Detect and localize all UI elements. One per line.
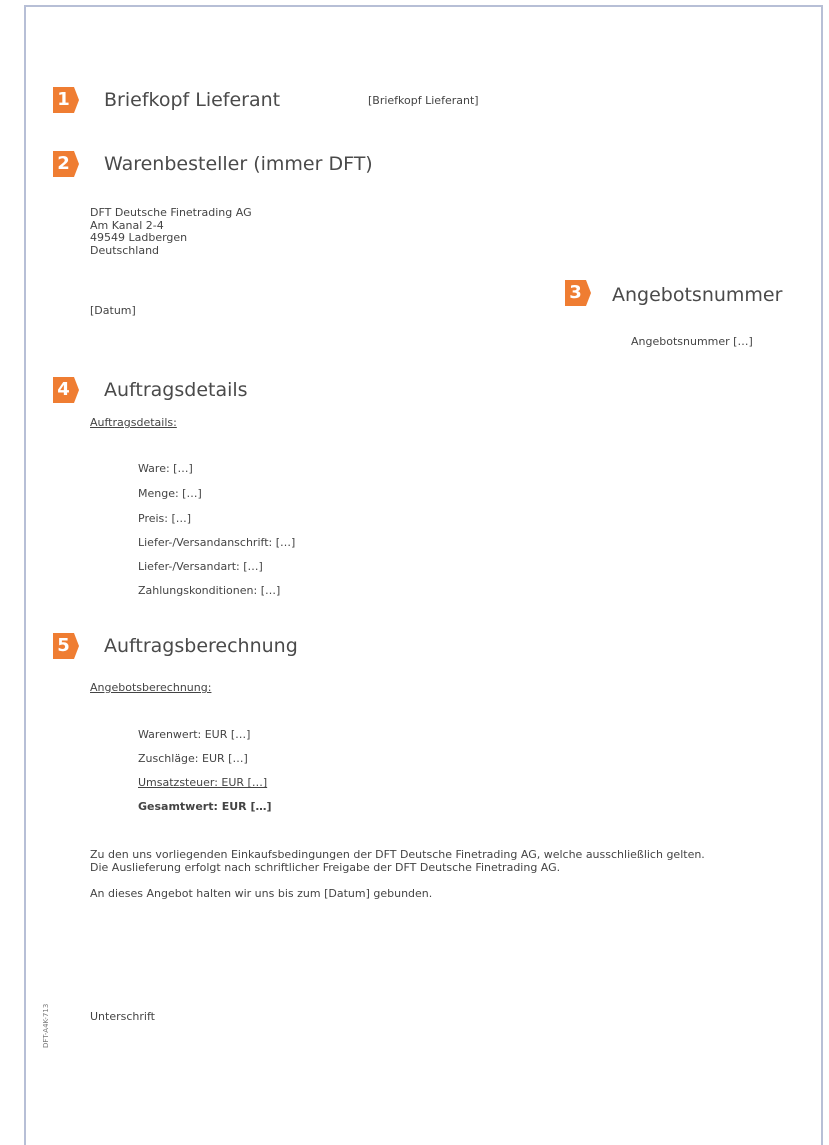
section-1-badge: 1 <box>53 87 79 113</box>
supplier-letterhead-placeholder: [Briefkopf Lieferant] <box>368 94 479 107</box>
section-2-title: Warenbesteller (immer DFT) <box>104 153 373 175</box>
address-line: DFT Deutsche Finetrading AG <box>90 206 252 219</box>
calculation-item: Zuschläge: EUR […] <box>138 752 248 765</box>
terms-line: Zu den uns vorliegenden Einkaufsbedingun… <box>90 848 705 861</box>
section-3-title: Angebotsnummer <box>612 284 783 306</box>
section-1-title: Briefkopf Lieferant <box>104 89 281 111</box>
section-4-title: Auftragsdetails <box>104 379 248 401</box>
details-item: Liefer-/Versandart: […] <box>138 560 263 573</box>
calculation-item: Warenwert: EUR […] <box>138 728 251 741</box>
date-placeholder: [Datum] <box>90 304 136 317</box>
buyer-address: DFT Deutsche Finetrading AG Am Kanal 2-4… <box>90 206 252 257</box>
section-2-badge: 2 <box>53 151 79 177</box>
binding-note: An dieses Angebot halten wir uns bis zum… <box>90 887 433 900</box>
offer-number-placeholder: Angebotsnummer […] <box>631 335 753 348</box>
details-item: Zahlungskonditionen: […] <box>138 584 281 597</box>
details-label: Auftragsdetails: <box>90 416 177 429</box>
calculation-total: Gesamtwert: EUR […] <box>138 800 272 813</box>
signature-label: Unterschrift <box>90 1010 155 1023</box>
terms-line: Die Auslieferung erfolgt nach schriftlic… <box>90 860 561 874</box>
section-5-badge: 5 <box>53 633 79 659</box>
details-item: Ware: […] <box>138 462 193 475</box>
section-4-number: 4 <box>57 379 70 400</box>
section-3-badge: 3 <box>565 280 591 306</box>
section-5-number: 5 <box>57 635 70 656</box>
details-item: Menge: […] <box>138 487 202 500</box>
address-line: Deutschland <box>90 243 160 257</box>
calculation-label: Angebotsberechnung: <box>90 681 212 694</box>
section-2-number: 2 <box>57 153 70 174</box>
details-item: Preis: […] <box>138 512 192 525</box>
section-3-number: 3 <box>569 282 582 303</box>
section-5-title: Auftragsberechnung <box>104 635 298 657</box>
section-1-number: 1 <box>57 89 70 110</box>
calculation-item: Umsatzsteuer: EUR […] <box>138 776 268 789</box>
section-4-badge: 4 <box>53 377 79 403</box>
document-page <box>24 5 823 1145</box>
address-line: 49549 Ladbergen <box>90 231 188 244</box>
details-item: Liefer-/Versandanschrift: […] <box>138 536 296 549</box>
form-code: DFT-A4K-713 <box>42 1003 50 1048</box>
terms-text: Zu den uns vorliegenden Einkaufsbedingun… <box>90 848 705 874</box>
